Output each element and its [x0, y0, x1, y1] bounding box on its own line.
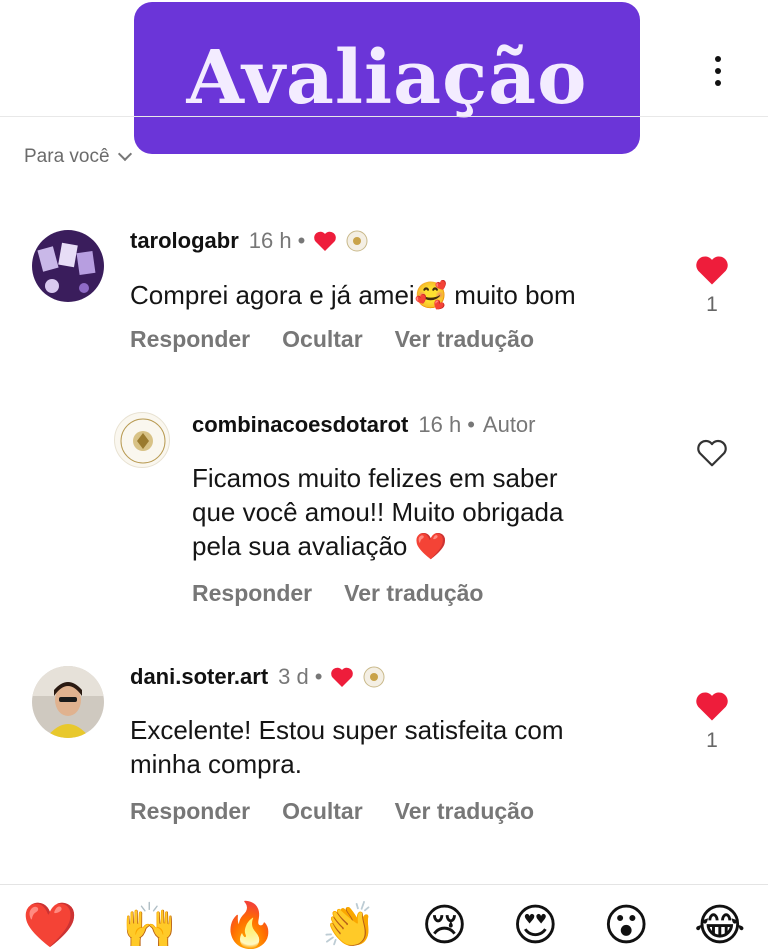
comment-header: dani.soter.art 3 d • [130, 664, 386, 690]
reaction-clap-icon[interactable]: 👏 [322, 896, 377, 949]
comment-text: Excelente! Estou super satisfeita com mi… [130, 713, 564, 781]
reply-button[interactable]: Responder [130, 798, 250, 825]
reaction-crying-icon[interactable]: 😢 [422, 896, 468, 949]
reactions-divider [0, 884, 768, 885]
heart-outline-icon[interactable] [695, 438, 729, 468]
like-button[interactable] [692, 438, 732, 473]
see-translation-button[interactable]: Ver tradução [395, 798, 534, 825]
reaction-raised-hands-icon[interactable]: 🙌 [122, 896, 177, 949]
heart-filled-icon[interactable] [694, 690, 730, 722]
separator-dot: • [467, 412, 475, 437]
username[interactable]: tarologabr [130, 228, 239, 254]
comment-actions: Responder Ocultar Ver tradução [130, 326, 534, 353]
comment-text-line: pela sua avaliação ❤️ [192, 531, 447, 561]
comment-text-line: Ficamos muito felizes em saber [192, 463, 558, 493]
chevron-down-icon [117, 146, 132, 162]
comment-text: Comprei agora e já amei🥰 muito bom [130, 280, 576, 310]
title-banner: Avaliação [134, 2, 640, 154]
hide-button[interactable]: Ocultar [282, 798, 363, 825]
creator-heart-icon [314, 231, 337, 251]
comment-actions: Responder Ocultar Ver tradução [130, 798, 534, 825]
creator-avatar-icon [346, 230, 368, 252]
avatar[interactable] [114, 412, 170, 468]
reaction-fire-icon[interactable]: 🔥 [222, 896, 277, 949]
filter-label: Para você [24, 146, 110, 167]
username[interactable]: dani.soter.art [130, 664, 268, 690]
comment-header: combinacoesdotarot 16 h • Autor [192, 412, 536, 438]
reaction-laughing-icon[interactable]: 😂 [694, 896, 745, 949]
timestamp: 16 h [248, 228, 292, 253]
quick-reactions-bar: ❤️ 🙌 🔥 👏 😢 😍 😮 😂 [0, 896, 768, 949]
avatar[interactable] [32, 230, 104, 302]
separator-dot: • [297, 228, 306, 253]
see-translation-button[interactable]: Ver tradução [344, 580, 483, 607]
timestamp: 3 d [278, 664, 309, 689]
author-badge: Autor [482, 412, 536, 437]
reaction-heart-eyes-icon[interactable]: 😍 [512, 896, 558, 949]
reaction-heart-icon[interactable]: ❤️ [22, 896, 77, 949]
avatar[interactable] [32, 666, 104, 738]
reaction-surprised-icon[interactable]: 😮 [603, 896, 649, 949]
timestamp: 16 h [418, 412, 462, 437]
reply-button[interactable]: Responder [192, 580, 312, 607]
heart-filled-icon[interactable] [694, 254, 730, 286]
sort-filter-dropdown[interactable]: Para você [24, 146, 132, 168]
banner-title: Avaliação [186, 35, 588, 121]
like-count: 1 [706, 293, 718, 316]
more-options-icon[interactable] [706, 52, 730, 100]
creator-avatar-icon [363, 666, 385, 688]
comment-header: tarologabr 16 h • [130, 228, 369, 254]
like-count: 1 [706, 729, 718, 752]
hide-button[interactable]: Ocultar [282, 326, 363, 353]
comment-actions: Responder Ver tradução [192, 580, 483, 607]
comment-text-line: que você amou!! Muito obrigada [192, 497, 564, 527]
see-translation-button[interactable]: Ver tradução [395, 326, 534, 353]
like-button[interactable]: 1 [692, 254, 732, 317]
comment-text-line: Excelente! Estou super satisfeita com [130, 715, 564, 745]
comment-text: Ficamos muito felizes em saber que você … [192, 461, 563, 563]
reply-button[interactable]: Responder [130, 326, 250, 353]
creator-heart-icon [331, 667, 354, 687]
username[interactable]: combinacoesdotarot [192, 412, 408, 438]
comment-text-line: minha compra. [130, 749, 302, 779]
separator-dot: • [314, 664, 323, 689]
header-divider [0, 116, 768, 117]
like-button[interactable]: 1 [692, 690, 732, 753]
